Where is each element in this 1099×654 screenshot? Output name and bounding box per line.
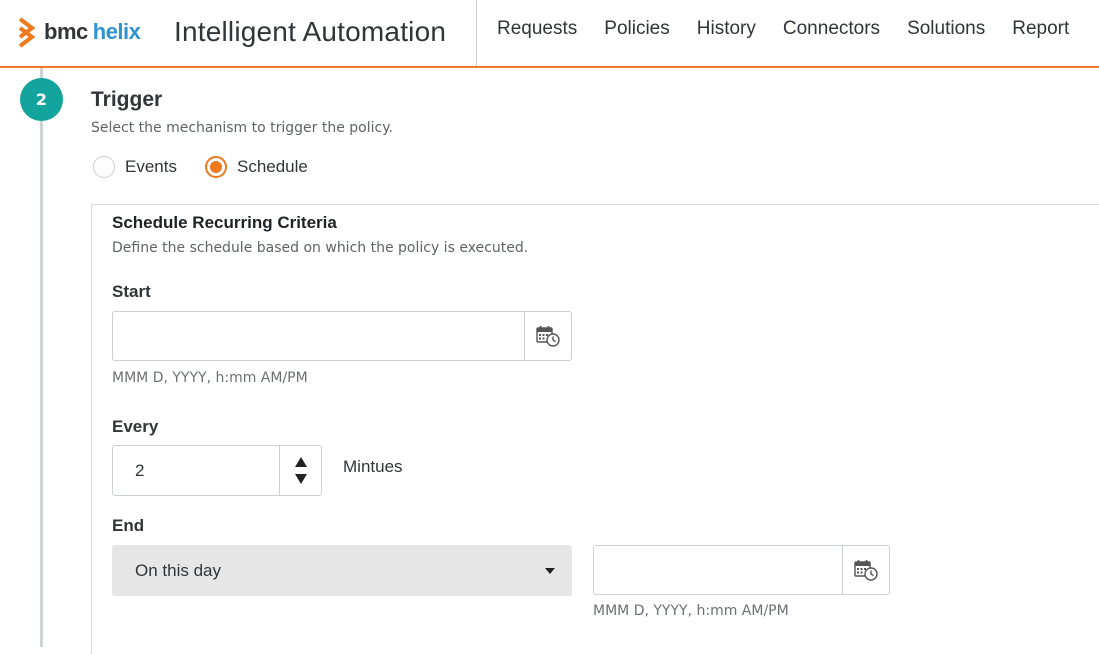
nav-policies[interactable]: Policies <box>604 18 669 40</box>
step-title: Trigger <box>91 88 163 111</box>
main-nav: Requests Policies History Connectors Sol… <box>497 18 1096 40</box>
stepper-arrows <box>279 446 321 495</box>
chevron-down-icon[interactable] <box>545 567 555 574</box>
every-number-stepper[interactable]: 2 <box>112 445 322 496</box>
start-label: Start <box>112 282 151 301</box>
every-unit-label: Mintues <box>343 457 403 476</box>
end-type-dropdown[interactable]: On this day <box>112 545 572 596</box>
logo-bmc: bmc <box>44 19 88 44</box>
schedule-radio-label[interactable]: Schedule <box>237 157 308 177</box>
end-calendar-button[interactable] <box>842 546 889 594</box>
schedule-radio[interactable] <box>204 156 227 178</box>
start-date-input[interactable] <box>113 312 524 360</box>
trigger-radio-group: Events Schedule <box>93 156 336 178</box>
start-calendar-button[interactable] <box>524 312 571 360</box>
bmc-logo-icon <box>18 17 36 48</box>
end-type-selected[interactable]: On this day <box>112 561 545 581</box>
logo-text: bmc helix <box>44 19 141 45</box>
start-format-hint: MMM D, YYYY, h:mm AM/PM <box>112 370 308 386</box>
nav-report[interactable]: Report <box>1012 18 1069 40</box>
increment-arrow-icon[interactable] <box>294 457 307 467</box>
radio-option-events[interactable]: Events <box>93 156 177 178</box>
bmc-helix-logo[interactable]: bmc helix <box>16 16 141 48</box>
events-radio[interactable] <box>93 156 115 178</box>
nav-connectors[interactable]: Connectors <box>783 18 880 40</box>
schedule-panel-title: Schedule Recurring Criteria <box>112 213 337 232</box>
logo-helix: helix <box>92 19 141 44</box>
step-description: Select the mechanism to trigger the poli… <box>91 120 393 136</box>
end-label: End <box>112 516 145 535</box>
calendar-clock-icon <box>536 326 560 347</box>
step-connector-line <box>40 68 43 647</box>
header-divider <box>476 0 477 66</box>
step-number-badge: 2 <box>20 78 63 121</box>
every-label: Every <box>112 417 159 436</box>
radio-option-schedule[interactable]: Schedule <box>204 156 308 178</box>
events-radio-label[interactable]: Events <box>125 157 177 177</box>
end-date-input[interactable] <box>594 546 842 594</box>
radio-selected-dot <box>209 161 222 173</box>
app-header: bmc helix Intelligent Automation Requests… <box>0 0 1099 68</box>
calendar-clock-icon <box>854 560 878 581</box>
end-date-field[interactable] <box>593 545 890 595</box>
schedule-panel-description: Define the schedule based on which the p… <box>112 240 529 256</box>
end-format-hint: MMM D, YYYY, h:mm AM/PM <box>593 603 789 619</box>
nav-history[interactable]: History <box>697 18 756 40</box>
decrement-arrow-icon[interactable] <box>294 474 307 484</box>
nav-requests[interactable]: Requests <box>497 18 577 40</box>
nav-solutions[interactable]: Solutions <box>907 18 985 40</box>
start-date-field[interactable] <box>112 311 572 361</box>
every-value-input[interactable]: 2 <box>113 446 279 495</box>
app-title: Intelligent Automation <box>174 16 447 47</box>
